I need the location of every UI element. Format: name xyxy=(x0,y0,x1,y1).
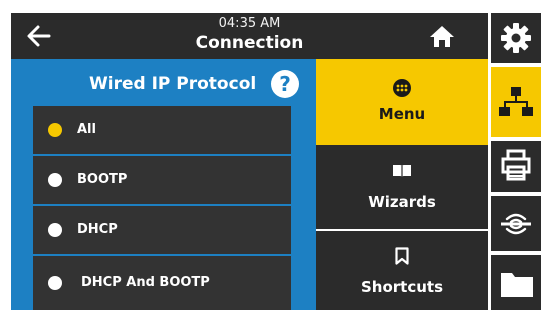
option-dhcp[interactable]: DHCP xyxy=(33,206,291,254)
wired-ip-protocol-panel: Wired IP Protocol ? All BOOTP DHCP DHCP … xyxy=(11,59,316,310)
option-label: BOOTP xyxy=(77,172,128,187)
option-label: DHCP xyxy=(77,222,118,237)
radio-unselected-icon xyxy=(48,276,62,290)
rfid-button[interactable] xyxy=(491,196,541,251)
clock-time: 04:35 AM xyxy=(218,16,281,31)
home-icon xyxy=(430,26,454,47)
option-dhcp-and-bootp[interactable]: DHCP And BOOTP xyxy=(33,256,291,310)
rfid-icon xyxy=(501,213,531,235)
radio-selected-icon xyxy=(48,123,62,137)
panel-title: Wired IP Protocol xyxy=(89,74,257,94)
category-sidebar xyxy=(488,13,541,310)
print-button[interactable] xyxy=(491,141,541,192)
option-bootp[interactable]: BOOTP xyxy=(33,156,291,204)
main-menu: Menu Wizards Shortcuts xyxy=(316,59,488,310)
menu-item-shortcuts[interactable]: Shortcuts xyxy=(316,231,488,310)
printer-screen: 04:35 AM Connection Wired IP Protocol ? … xyxy=(0,0,541,310)
gear-icon xyxy=(501,23,531,53)
option-label: All xyxy=(77,122,96,137)
home-button[interactable] xyxy=(428,23,456,49)
connection-button[interactable] xyxy=(491,67,541,137)
option-label: DHCP And BOOTP xyxy=(81,275,210,290)
menu-label: Menu xyxy=(378,105,426,123)
menu-item-wizards[interactable]: Wizards xyxy=(316,145,488,229)
book-icon xyxy=(316,163,488,181)
settings-button[interactable] xyxy=(491,13,541,63)
menu-item-menu[interactable]: Menu xyxy=(316,59,488,145)
storage-button[interactable] xyxy=(491,255,541,310)
protocol-options-list: All BOOTP DHCP DHCP And BOOTP xyxy=(33,106,291,310)
grid-dots-icon xyxy=(316,79,488,97)
help-button[interactable]: ? xyxy=(271,70,299,98)
folder-icon xyxy=(501,273,533,297)
page-title: Connection xyxy=(195,33,304,53)
radio-unselected-icon xyxy=(48,223,62,237)
header-bar: 04:35 AM Connection xyxy=(11,13,488,59)
bookmark-icon xyxy=(316,247,488,265)
menu-label: Wizards xyxy=(368,193,436,211)
printer-icon xyxy=(501,149,531,181)
network-icon xyxy=(499,87,533,116)
option-all[interactable]: All xyxy=(33,106,291,154)
menu-label: Shortcuts xyxy=(360,278,444,296)
radio-unselected-icon xyxy=(48,173,62,187)
